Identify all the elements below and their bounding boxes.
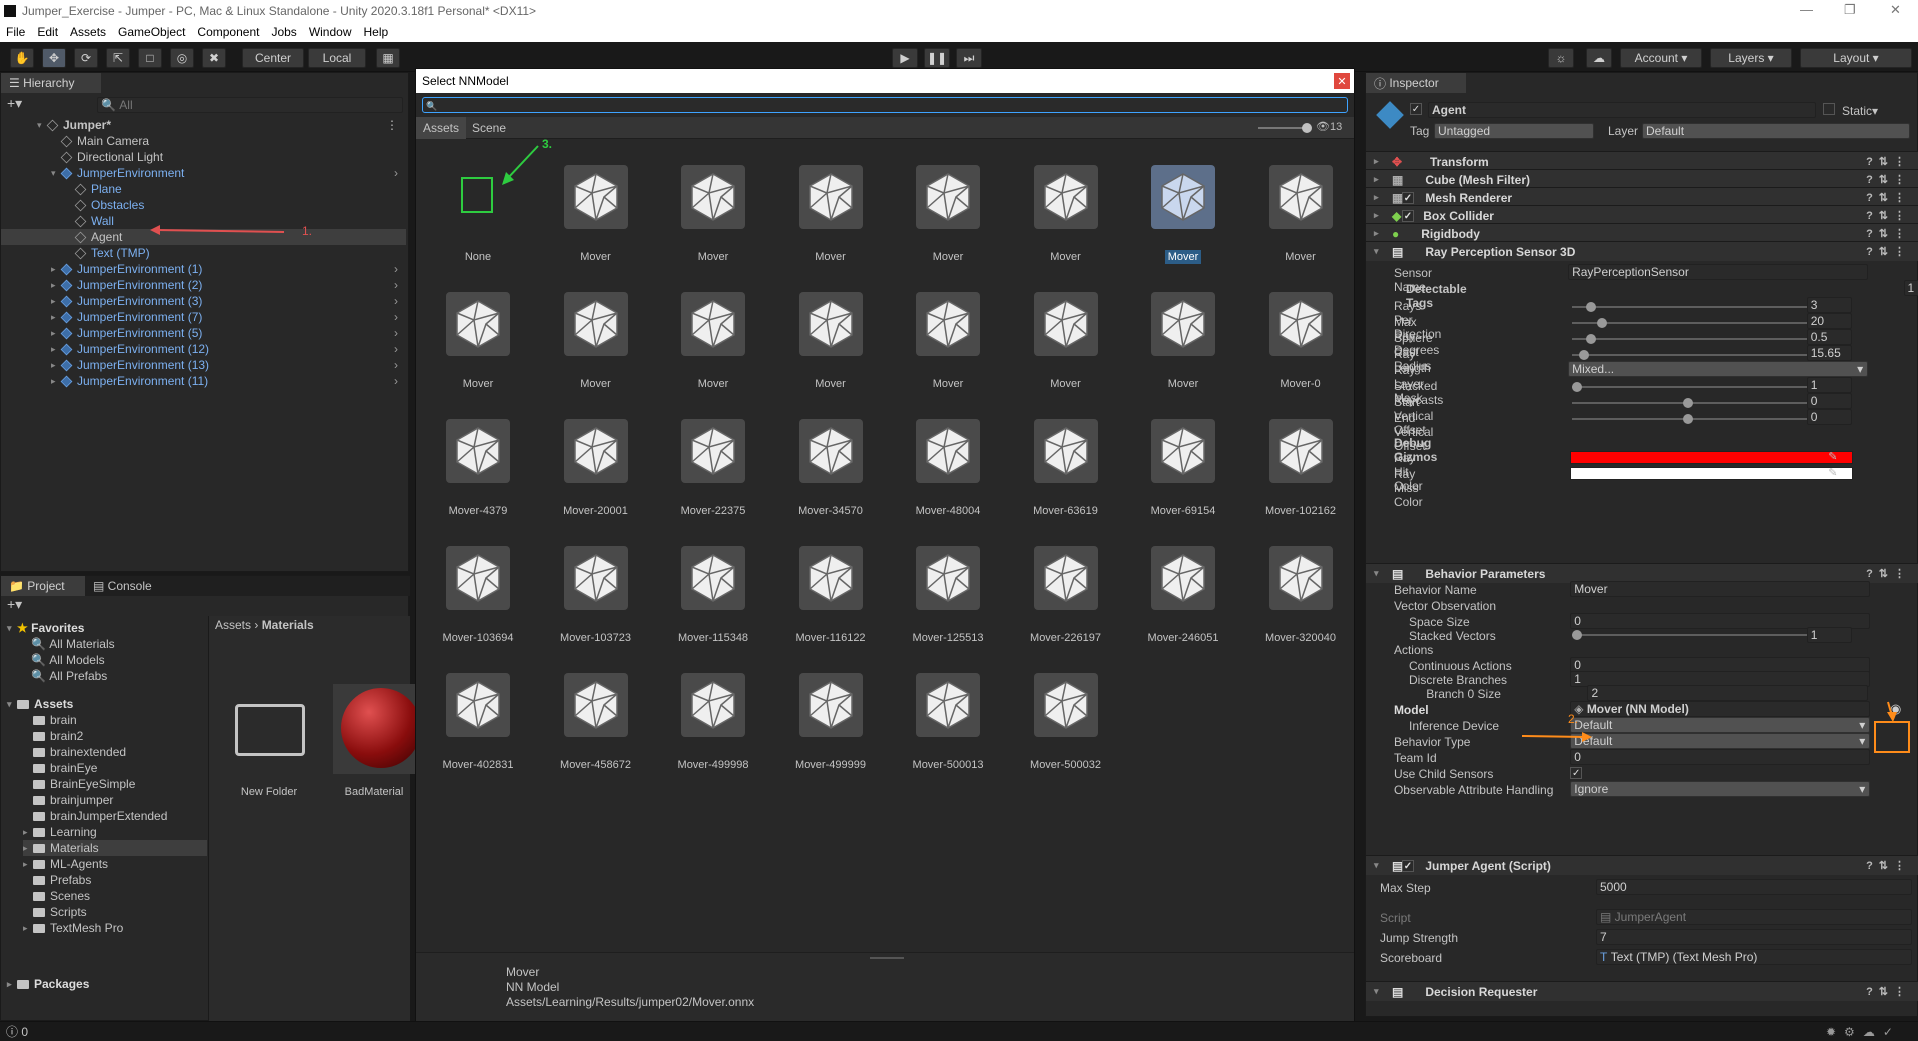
annotation-box-model-picker <box>1874 721 1910 753</box>
annotation-arrowhead-2 <box>1582 732 1592 742</box>
annotation-label-1: 1. <box>302 224 313 238</box>
annotation-arrow-1 <box>155 229 285 233</box>
annotation-overlay <box>150 145 1910 753</box>
annotation-arrow-3 <box>507 145 539 179</box>
annotation-arrowhead-1 <box>150 225 160 235</box>
annotation-arrowhead-2b <box>1887 712 1897 722</box>
annotation-label-3: 3. <box>542 137 553 151</box>
annotation-label-2: 2. <box>1568 712 1579 726</box>
annotation-arrow-2 <box>1521 735 1587 738</box>
